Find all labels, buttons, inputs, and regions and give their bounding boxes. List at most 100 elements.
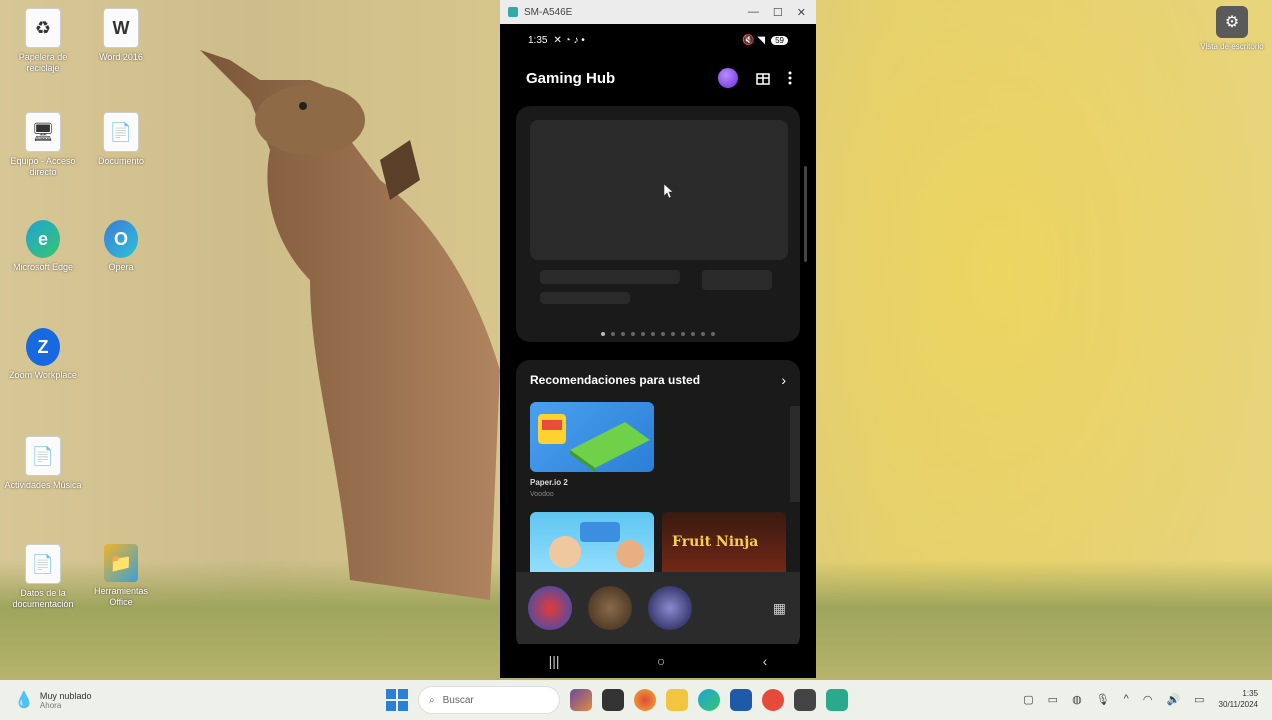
game-title: Fruit Ninja bbox=[672, 534, 759, 550]
search-box[interactable]: ⌕ Buscar bbox=[418, 686, 560, 714]
status-time: 1:35 bbox=[528, 34, 548, 46]
desktop-icon-label: Actividades Música bbox=[4, 480, 82, 490]
featured-banner-card[interactable] bbox=[516, 106, 800, 342]
taskbar-app-icon[interactable] bbox=[730, 689, 752, 711]
clock-time: 1:35 bbox=[1242, 689, 1258, 698]
desktop-icon-opera[interactable]: O Opera bbox=[82, 220, 160, 273]
recommendations-title: Recomendaciones para usted bbox=[530, 373, 701, 387]
maximize-button[interactable]: ☐ bbox=[773, 6, 783, 19]
tray-icon[interactable]: ▭ bbox=[1048, 693, 1058, 706]
banner-pagination[interactable] bbox=[516, 332, 800, 336]
grid-icon[interactable]: ▦ bbox=[773, 600, 786, 617]
taskbar-app-icon[interactable] bbox=[762, 689, 784, 711]
back-button[interactable]: ‹ bbox=[763, 653, 768, 669]
document-icon: 📄 bbox=[25, 436, 61, 476]
app-header: Gaming Hub bbox=[500, 56, 816, 100]
desktop-icon-label: Documento bbox=[97, 156, 145, 166]
folder-icon: 📁 bbox=[104, 544, 138, 582]
desktop-icon-documentation[interactable]: 📄 Datos de la documentación bbox=[4, 544, 82, 610]
clock[interactable]: 1:35 30/11/2024 bbox=[1219, 688, 1258, 710]
partial-tile bbox=[790, 406, 800, 502]
chevron-up-icon[interactable]: ^ bbox=[1124, 693, 1129, 705]
recent-game-icon[interactable] bbox=[588, 586, 632, 630]
profile-avatar[interactable] bbox=[718, 68, 738, 88]
kangaroo-wallpaper-image bbox=[200, 50, 500, 600]
paper-io-artwork bbox=[538, 414, 650, 472]
opera-icon: O bbox=[104, 220, 138, 258]
desktop-icon-zoom[interactable]: Z Zoom Workplace bbox=[4, 328, 82, 381]
taskbar-app-icon[interactable] bbox=[634, 689, 656, 711]
desktop-icon-music-activities[interactable]: 📄 Actividades Música bbox=[4, 436, 82, 491]
battery-icon[interactable]: ▭ bbox=[1194, 693, 1204, 706]
computer-icon: 🖥 bbox=[25, 112, 61, 152]
desktop-icon-label: Equipo - Acceso directo bbox=[10, 156, 76, 177]
microphone-icon[interactable]: 🎙 bbox=[1096, 693, 1110, 706]
edge-icon: e bbox=[26, 220, 60, 258]
desktop-icon-label: Papelera de reciclaje bbox=[18, 52, 68, 73]
volume-icon[interactable]: 🔊 bbox=[1166, 693, 1180, 706]
store-icon[interactable] bbox=[756, 71, 770, 85]
status-signal-icons: 🔇 ◥ bbox=[742, 34, 766, 46]
banner-subtitle-placeholder bbox=[540, 292, 630, 304]
cursor-icon bbox=[664, 184, 674, 198]
more-icon[interactable] bbox=[788, 71, 792, 85]
wifi-icon[interactable]: ◠ bbox=[1143, 693, 1153, 706]
settings-icon: ⚙ bbox=[1216, 6, 1248, 38]
taskbar-app-icon[interactable] bbox=[602, 689, 624, 711]
game-title: Paper.io 2 bbox=[530, 478, 568, 487]
status-notification-icons: ✕ ◔ ♪ • bbox=[553, 34, 585, 46]
banner-title-placeholder bbox=[540, 270, 680, 284]
edge-icon[interactable] bbox=[698, 689, 720, 711]
weather-widget[interactable]: 💧 Muy nublado Ahora bbox=[14, 690, 91, 710]
tray-icon[interactable]: ▢ bbox=[1023, 693, 1033, 706]
desktop-icon-recycle-bin[interactable]: ♻ Papelera de reciclaje bbox=[4, 8, 82, 74]
desktop-icon-office-tools[interactable]: 📁 Herramientas Office bbox=[82, 544, 160, 608]
phone-link-icon[interactable] bbox=[826, 689, 848, 711]
desktop-icon-label: Herramientas Office bbox=[93, 586, 149, 607]
desktop-icon-edge[interactable]: e Microsoft Edge bbox=[4, 220, 82, 273]
window-title: SM-A546E bbox=[524, 6, 573, 18]
game-launcher-dock: ▦ bbox=[516, 572, 800, 650]
desktop-icon-view[interactable]: ⚙ Vista de escritorio bbox=[1196, 6, 1268, 51]
recents-button[interactable]: ||| bbox=[549, 653, 560, 669]
search-placeholder: Buscar bbox=[442, 694, 474, 706]
start-button[interactable] bbox=[386, 689, 408, 711]
chevron-right-icon[interactable]: › bbox=[781, 372, 786, 388]
home-button[interactable]: ○ bbox=[657, 653, 665, 669]
desktop-icon-document[interactable]: 📄 Documento bbox=[82, 112, 160, 167]
desktop-icon-label: Word 2016 bbox=[99, 52, 143, 62]
document-icon: 📄 bbox=[25, 544, 61, 584]
minimize-button[interactable]: — bbox=[748, 6, 759, 19]
desktop-icon-label: Zoom Workplace bbox=[9, 370, 77, 380]
app-title: Gaming Hub bbox=[526, 69, 616, 87]
desktop-icon-label: Opera bbox=[108, 262, 134, 272]
desktop-icon-word[interactable]: W Word 2016 bbox=[82, 8, 160, 63]
recent-game-icon[interactable] bbox=[648, 586, 692, 630]
phone-window-titlebar[interactable]: SM-A546E — ☐ ✕ bbox=[500, 0, 816, 24]
clock-date: 30/11/2024 bbox=[1218, 700, 1258, 709]
scrollbar[interactable] bbox=[804, 166, 807, 262]
phone-nav-bar: ||| ○ ‹ bbox=[500, 644, 816, 678]
recent-game-icon[interactable] bbox=[528, 586, 572, 630]
weather-text: Muy nublado bbox=[39, 690, 92, 701]
taskbar-app-icon[interactable] bbox=[570, 689, 592, 711]
desktop-icon-computer[interactable]: 🖥 Equipo - Acceso directo bbox=[4, 112, 82, 178]
desktop-icon-label: Microsoft Edge bbox=[12, 262, 74, 272]
mail-icon[interactable] bbox=[794, 689, 816, 711]
phone-link-icon bbox=[508, 7, 518, 17]
phone-status-bar: 1:35 ✕ ◔ ♪ • 🔇 ◥ 59 bbox=[500, 24, 816, 56]
desktop-icon-label: Datos de la documentación bbox=[12, 588, 74, 609]
close-button[interactable]: ✕ bbox=[797, 6, 806, 19]
taskbar: 💧 Muy nublado Ahora ⌕ Buscar ▢ ▭ ◍ 🎙 ^ ◠… bbox=[0, 680, 1272, 720]
search-icon: ⌕ bbox=[429, 694, 435, 706]
document-icon: 📄 bbox=[103, 112, 139, 152]
recycle-bin-icon: ♻ bbox=[25, 8, 61, 48]
game-tile-paper-io[interactable] bbox=[530, 402, 654, 472]
rain-icon: 💧 bbox=[14, 692, 34, 709]
banner-button-placeholder bbox=[702, 270, 772, 290]
weather-subtext: Ahora bbox=[39, 700, 62, 710]
tray-icon[interactable]: ◍ bbox=[1072, 693, 1082, 706]
file-explorer-icon[interactable] bbox=[666, 689, 688, 711]
desktop-icon-label: Vista de escritorio bbox=[1200, 42, 1264, 51]
banner-image-placeholder bbox=[530, 120, 788, 260]
